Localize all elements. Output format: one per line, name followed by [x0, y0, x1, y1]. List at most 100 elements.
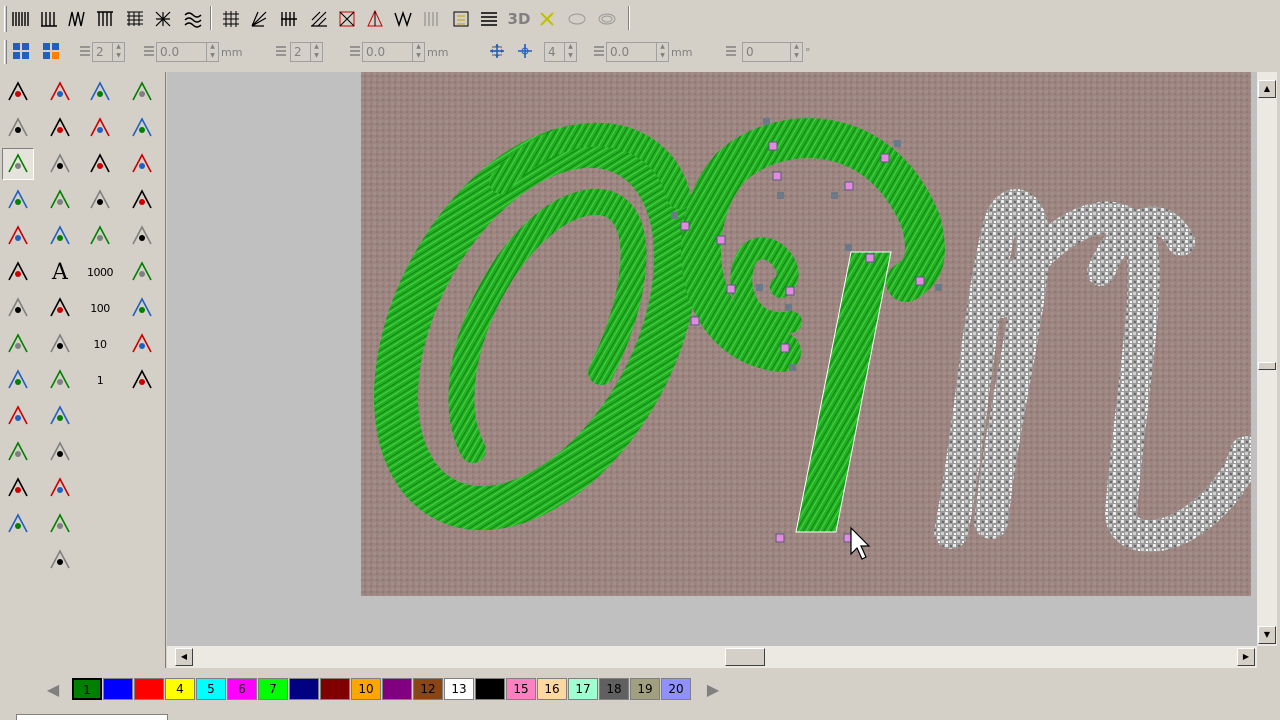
copies-count-spinner[interactable]: 4 ▲ ▼ [544, 41, 577, 63]
scroll-right-button[interactable]: ▶ [1237, 648, 1255, 666]
trapunto-icon[interactable] [534, 6, 560, 32]
scissors-icon[interactable] [2, 292, 34, 324]
step-fill-icon[interactable] [418, 6, 444, 32]
rotate-icon[interactable] [44, 148, 76, 180]
palette-scroll-left-button[interactable]: ◀ [38, 678, 68, 700]
zigzag-fill-icon[interactable] [64, 6, 90, 32]
spin-down-icon[interactable]: ▼ [657, 52, 668, 61]
copies-offset-spinner[interactable]: 0.0 ▲ ▼ mm [606, 41, 692, 63]
spin-up-icon[interactable]: ▲ [565, 43, 576, 52]
color-stitch-icon[interactable] [2, 220, 34, 252]
star-fill-icon[interactable] [362, 6, 388, 32]
move-cross-icon[interactable] [488, 41, 506, 61]
number-1000-icon[interactable]: 1000 [84, 256, 116, 288]
arc-icon[interactable] [126, 112, 158, 144]
color-swatch-13[interactable]: 13 [444, 678, 474, 700]
spring-icon[interactable] [84, 184, 116, 216]
manual-stitch-icon[interactable] [44, 472, 76, 504]
toolbar-grip[interactable] [4, 6, 7, 32]
color-swatch-14[interactable]: 14 [475, 678, 505, 700]
spin-up-icon[interactable]: ▲ [657, 43, 668, 52]
hat-icon[interactable] [44, 292, 76, 324]
palette-scroll-right-button[interactable]: ▶ [698, 678, 728, 700]
design-workspace[interactable] [167, 72, 1257, 646]
spin-up-icon[interactable]: ▲ [113, 43, 124, 52]
spin-up-icon[interactable]: ▲ [791, 43, 802, 52]
color-swatch-8[interactable]: 8 [289, 678, 319, 700]
spin-down-icon[interactable]: ▼ [207, 52, 218, 61]
offset-icon[interactable] [594, 6, 620, 32]
color-swatch-11[interactable]: 11 [382, 678, 412, 700]
color-swatch-15[interactable]: 15 [506, 678, 536, 700]
color-swatch-1[interactable]: 1 [72, 678, 102, 700]
column-spacing-spinner[interactable]: 0.0 ▲ ▼ mm [362, 41, 448, 63]
spin-up-icon[interactable]: ▲ [413, 43, 424, 52]
ellipse-icon[interactable] [126, 184, 158, 216]
figures-icon[interactable] [126, 292, 158, 324]
columns-count-field[interactable]: 2 [290, 42, 310, 62]
column-spacing-arrows[interactable]: ▲ ▼ [412, 42, 425, 62]
color-swatch-20[interactable]: 20 [661, 678, 691, 700]
grid-globe-icon[interactable] [44, 220, 76, 252]
copies-offset-field[interactable]: 0.0 [606, 42, 656, 62]
stitch-edit-icon[interactable] [2, 112, 34, 144]
array-icon[interactable] [8, 38, 34, 64]
monogram-icon[interactable] [2, 256, 34, 288]
color-swatch-18[interactable]: 18 [599, 678, 629, 700]
curve-edit-icon[interactable] [126, 148, 158, 180]
lettering-icon[interactable]: A [44, 256, 76, 288]
color-swatch-3[interactable]: 3 [134, 678, 164, 700]
outline-shape-icon[interactable] [44, 112, 76, 144]
ring-icon[interactable] [2, 400, 34, 432]
wave-fill-icon[interactable] [180, 6, 206, 32]
parallel-lines-icon[interactable] [126, 76, 158, 108]
fan-icon[interactable] [2, 364, 34, 396]
row-spacing-arrows[interactable]: ▲ ▼ [206, 42, 219, 62]
vertical-scrollbar[interactable]: ▲ ▼ [1257, 72, 1277, 646]
array-stitch-icon[interactable] [38, 38, 64, 64]
cross-fill-icon[interactable] [150, 6, 176, 32]
copies-count-field[interactable]: 4 [544, 42, 564, 62]
column-spacing-field[interactable]: 0.0 [362, 42, 412, 62]
resize-icon[interactable] [2, 328, 34, 360]
color-swatch-6[interactable]: 6 [227, 678, 257, 700]
spin-down-icon[interactable]: ▼ [791, 52, 802, 61]
pattern-fill-icon[interactable] [122, 6, 148, 32]
rectangle-icon[interactable] [126, 220, 158, 252]
column-fill-icon[interactable] [92, 6, 118, 32]
3d-fill-icon[interactable]: 3D [506, 6, 532, 32]
color-swatch-16[interactable]: 16 [537, 678, 567, 700]
stitch-select-icon[interactable] [2, 184, 34, 216]
stamp-icon[interactable] [126, 256, 158, 288]
scroll-up-button[interactable]: ▲ [1258, 80, 1276, 98]
triple-run-icon[interactable] [44, 436, 76, 468]
plant-icon[interactable] [84, 112, 116, 144]
stop-icon[interactable] [2, 472, 34, 504]
horizontal-scroll-thumb[interactable] [725, 648, 765, 666]
tatami-fill-icon[interactable] [36, 6, 62, 32]
rows-count-spinner[interactable]: 2 ▲ ▼ [92, 41, 125, 63]
color-swatch-10[interactable]: 10 [351, 678, 381, 700]
spin-down-icon[interactable]: ▼ [311, 52, 322, 61]
vertical-scroll-thumb[interactable] [1258, 362, 1276, 370]
select-arrow-icon[interactable] [2, 76, 34, 108]
angle-arrows[interactable]: ▲ ▼ [790, 42, 803, 62]
copies-count-arrows[interactable]: ▲ ▼ [564, 42, 577, 62]
stipple-fill-icon[interactable] [448, 6, 474, 32]
scroll-left-button[interactable]: ◀ [175, 648, 193, 666]
row-spacing-field[interactable]: 0.0 [156, 42, 206, 62]
texture-icon[interactable] [126, 364, 158, 396]
spin-up-icon[interactable]: ▲ [311, 43, 322, 52]
color-swatch-19[interactable]: 19 [630, 678, 660, 700]
line-fill-icon[interactable] [476, 6, 502, 32]
radial-fill-icon[interactable] [246, 6, 272, 32]
color-swatch-9[interactable]: 9 [320, 678, 350, 700]
angle-spinner[interactable]: 0 ▲ ▼ ° [742, 41, 811, 63]
zigzag-run-icon[interactable] [2, 508, 34, 540]
spin-down-icon[interactable]: ▼ [113, 52, 124, 61]
outline-icon[interactable] [564, 6, 590, 32]
color-swatch-17[interactable]: 17 [568, 678, 598, 700]
flower-icon[interactable] [84, 76, 116, 108]
knife-icon[interactable] [2, 148, 34, 180]
columns-count-arrows[interactable]: ▲ ▼ [310, 42, 323, 62]
